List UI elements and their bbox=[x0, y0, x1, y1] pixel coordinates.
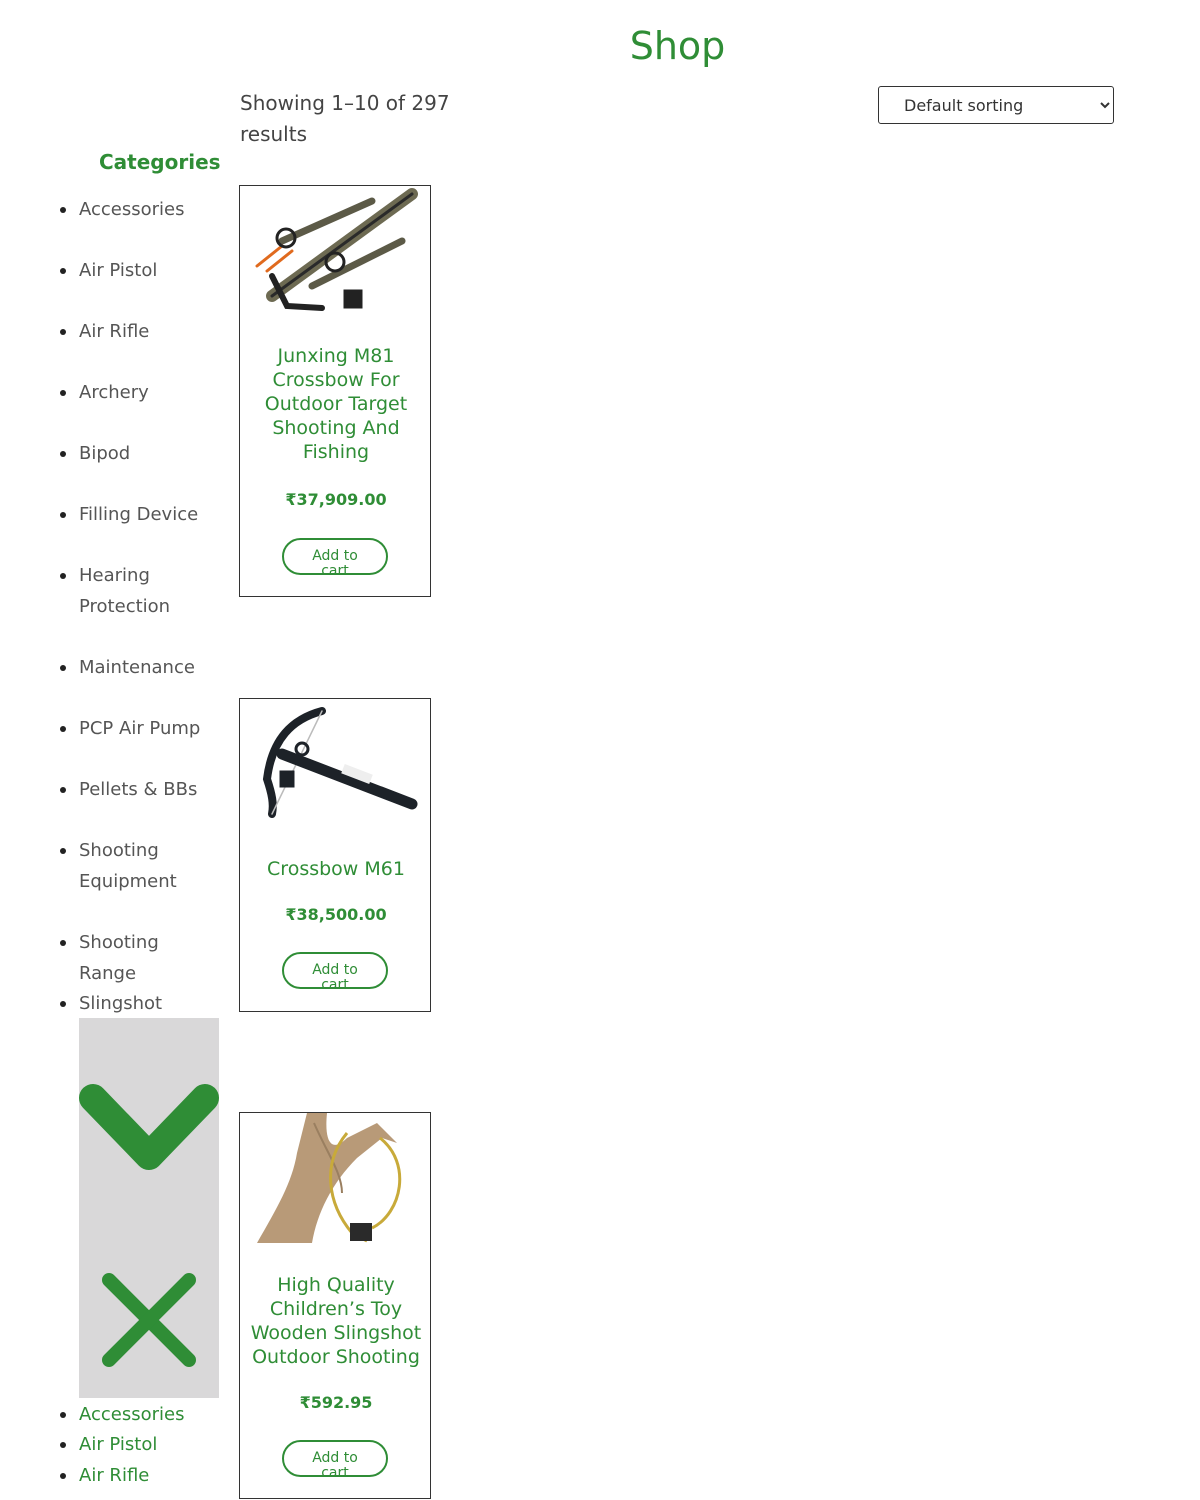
category-item-shooting-range[interactable]: Shooting Range bbox=[60, 927, 180, 989]
category-link[interactable]: Air Pistol bbox=[79, 1429, 220, 1460]
result-count: Showing 1–10 of 297 results bbox=[240, 91, 450, 146]
list-bullet bbox=[60, 940, 66, 946]
product-price: ₹37,909.00 bbox=[285, 490, 387, 509]
list-bullet bbox=[60, 1412, 66, 1418]
mobile-category-item-accessories[interactable]: Accessories bbox=[60, 1399, 220, 1430]
category-item-filling-device[interactable]: Filling Device bbox=[60, 499, 220, 530]
category-item-pellets-bbs[interactable]: Pellets & BBs bbox=[60, 774, 220, 805]
category-link[interactable]: Hearing Protection bbox=[79, 560, 190, 622]
list-bullet bbox=[60, 573, 66, 579]
category-item-air-rifle[interactable]: Air Rifle bbox=[60, 316, 220, 347]
mobile-category-item-air-pistol[interactable]: Air Pistol bbox=[60, 1429, 220, 1460]
category-link[interactable]: Air Rifle bbox=[79, 316, 220, 347]
list-bullet bbox=[60, 848, 66, 854]
product-card[interactable]: High Quality Children’s Toy Wooden Sling… bbox=[239, 1112, 431, 1499]
category-link[interactable]: Accessories bbox=[79, 1399, 220, 1430]
product-title[interactable]: Crossbow M61 bbox=[240, 857, 432, 881]
category-link[interactable]: Pellets & BBs bbox=[79, 774, 220, 805]
categories-title: Categories bbox=[99, 150, 221, 174]
wooden-slingshot-image[interactable] bbox=[252, 1113, 418, 1243]
category-link[interactable]: Accessories bbox=[79, 194, 220, 225]
add-to-cart-button[interactable]: Add to cart bbox=[282, 1440, 388, 1477]
category-link[interactable]: PCP Air Pump bbox=[79, 713, 230, 744]
category-link[interactable]: Slingshot bbox=[79, 988, 220, 1019]
close-icon[interactable] bbox=[99, 1270, 199, 1370]
category-item-air-pistol[interactable]: Air Pistol bbox=[60, 255, 220, 286]
category-item-pcp-air-pump[interactable]: PCP Air Pump bbox=[60, 713, 230, 744]
category-item-slingshot[interactable]: Slingshot bbox=[60, 988, 220, 1019]
category-toggle-panel bbox=[79, 1018, 219, 1398]
category-item-shooting-equipment[interactable]: Shooting Equipment bbox=[60, 835, 190, 897]
crossbow-camo-image[interactable] bbox=[252, 186, 418, 316]
page-title: Shop bbox=[629, 24, 726, 68]
category-item-accessories[interactable]: Accessories bbox=[60, 194, 220, 225]
list-bullet bbox=[60, 390, 66, 396]
category-item-archery[interactable]: Archery bbox=[60, 377, 220, 408]
list-bullet bbox=[60, 512, 66, 518]
chevron-down-icon[interactable] bbox=[79, 1084, 219, 1176]
category-item-hearing-protection[interactable]: Hearing Protection bbox=[60, 560, 190, 622]
sort-select[interactable]: Default sorting bbox=[878, 86, 1114, 124]
product-card[interactable]: Crossbow M61 ₹38,500.00 Add to cart bbox=[239, 698, 431, 1012]
list-bullet bbox=[60, 787, 66, 793]
category-link[interactable]: Filling Device bbox=[79, 499, 220, 530]
list-bullet bbox=[60, 329, 66, 335]
product-title[interactable]: Junxing M81 Crossbow For Outdoor Target … bbox=[240, 344, 432, 464]
list-bullet bbox=[60, 1473, 66, 1479]
category-link[interactable]: Shooting Equipment bbox=[79, 835, 190, 897]
category-item-maintenance[interactable]: Maintenance bbox=[60, 652, 220, 683]
category-link[interactable]: Bipod bbox=[79, 438, 220, 469]
category-link[interactable]: Archery bbox=[79, 377, 220, 408]
category-link[interactable]: Air Rifle bbox=[79, 1460, 220, 1491]
category-link[interactable]: Maintenance bbox=[79, 652, 220, 683]
add-to-cart-button[interactable]: Add to cart bbox=[282, 952, 388, 989]
list-bullet bbox=[60, 451, 66, 457]
category-item-bipod[interactable]: Bipod bbox=[60, 438, 220, 469]
add-to-cart-button[interactable]: Add to cart bbox=[282, 538, 388, 575]
list-bullet bbox=[60, 726, 66, 732]
product-title[interactable]: High Quality Children’s Toy Wooden Sling… bbox=[240, 1273, 432, 1369]
list-bullet bbox=[60, 1001, 66, 1007]
list-bullet bbox=[60, 1442, 66, 1448]
list-bullet bbox=[60, 268, 66, 274]
category-link[interactable]: Shooting Range bbox=[79, 927, 180, 989]
list-bullet bbox=[60, 665, 66, 671]
product-price: ₹592.95 bbox=[299, 1393, 373, 1412]
crossbow-black-image[interactable] bbox=[252, 699, 418, 829]
mobile-category-item-air-rifle[interactable]: Air Rifle bbox=[60, 1460, 220, 1491]
list-bullet bbox=[60, 207, 66, 213]
product-card[interactable]: Junxing M81 Crossbow For Outdoor Target … bbox=[239, 185, 431, 597]
product-price: ₹38,500.00 bbox=[285, 905, 387, 924]
category-link[interactable]: Air Pistol bbox=[79, 255, 220, 286]
